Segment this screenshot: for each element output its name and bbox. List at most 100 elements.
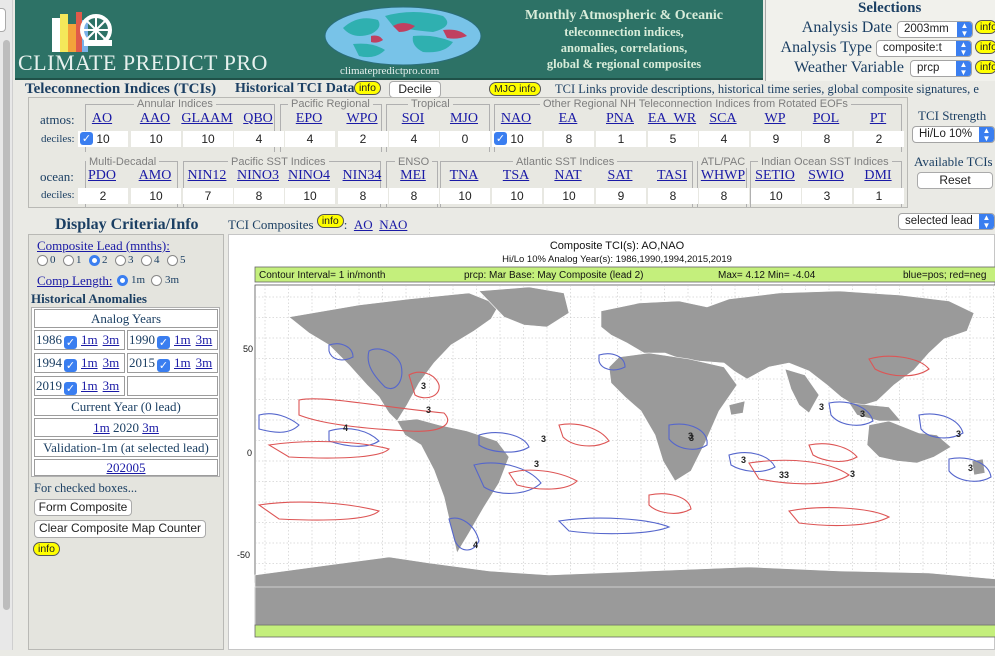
tci-decile-pol[interactable]: 8 bbox=[802, 131, 852, 147]
scrollbar-arrow[interactable] bbox=[0, 8, 6, 32]
tci-link-nino4[interactable]: NINO4 bbox=[281, 168, 337, 184]
tci-checkbox-ao[interactable]: ✓ bbox=[80, 132, 93, 145]
criteria-info-button[interactable]: info bbox=[33, 542, 60, 556]
composite-lead-link[interactable]: Composite Lead (mnths): bbox=[37, 238, 170, 254]
tci-link-swio[interactable]: SWIO bbox=[798, 168, 854, 184]
tci-strength-select[interactable]: Hi/Lo 10% ▲ ▼ bbox=[912, 126, 995, 143]
tci-decile-tasi[interactable]: 8 bbox=[648, 188, 698, 204]
tci-link-tna[interactable]: TNA bbox=[436, 168, 492, 184]
form-composite-button[interactable]: Form Composite bbox=[34, 499, 132, 516]
tci-decile-epo[interactable]: 4 bbox=[285, 131, 335, 147]
tci-decile-sca[interactable]: 4 bbox=[699, 131, 749, 147]
tci-decile-glaam[interactable]: 10 bbox=[183, 131, 233, 147]
tci-link-aao[interactable]: AAO bbox=[127, 111, 183, 127]
analysis-type-info-button[interactable]: info bbox=[975, 40, 995, 54]
analog-3m-link[interactable]: 3m bbox=[196, 332, 213, 347]
tci-link-ea[interactable]: EA bbox=[540, 111, 596, 127]
composite-link-ao[interactable]: AO bbox=[354, 217, 373, 232]
tci-link-sca[interactable]: SCA bbox=[695, 111, 751, 127]
tci-decile-wp[interactable]: 9 bbox=[751, 131, 801, 147]
analog-year-checkbox[interactable]: ✓ bbox=[64, 336, 77, 349]
lead-radio-3[interactable] bbox=[115, 255, 126, 266]
tci-link-epo[interactable]: EPO bbox=[281, 111, 337, 127]
comp-length-1m-radio[interactable] bbox=[117, 275, 128, 286]
decile-button[interactable]: Decile bbox=[389, 81, 441, 98]
tci-link-nin34[interactable]: NIN34 bbox=[334, 168, 390, 184]
tci-decile-aao[interactable]: 10 bbox=[131, 131, 181, 147]
lead-radio-2[interactable] bbox=[89, 255, 100, 266]
scrollbar-thumb[interactable] bbox=[3, 40, 10, 610]
analog-3m-link[interactable]: 3m bbox=[103, 378, 120, 393]
tci-composites-info-button[interactable]: info bbox=[316, 214, 344, 228]
lead-radio-1[interactable] bbox=[63, 255, 74, 266]
tci-link-tasi[interactable]: TASI bbox=[644, 168, 700, 184]
tci-decile-swio[interactable]: 3 bbox=[802, 188, 852, 204]
tci-link-nao[interactable]: NAO bbox=[488, 111, 544, 127]
analog-3m-link[interactable]: 3m bbox=[103, 332, 120, 347]
analog-3m-link[interactable]: 3m bbox=[196, 355, 213, 370]
analog-1m-link[interactable]: 1m bbox=[174, 332, 191, 347]
mjo-info-button[interactable]: MJO info bbox=[489, 82, 542, 96]
tci-link-nin12[interactable]: NIN12 bbox=[179, 168, 235, 184]
tci-link-nino3[interactable]: NINO3 bbox=[230, 168, 286, 184]
analysis-date-select[interactable]: 2003mm ▲ ▼ bbox=[897, 21, 973, 38]
tci-link-nat[interactable]: NAT bbox=[540, 168, 596, 184]
tci-decile-mei[interactable]: 8 bbox=[389, 188, 439, 204]
tci-decile-pna[interactable]: 1 bbox=[596, 131, 646, 147]
weather-variable-select[interactable]: prcp ▲ ▼ bbox=[910, 60, 972, 77]
tci-link-amo[interactable]: AMO bbox=[127, 168, 183, 184]
tci-decile-tsa[interactable]: 10 bbox=[492, 188, 542, 204]
comp-length-3m-radio[interactable] bbox=[151, 275, 162, 286]
tci-decile-nino4[interactable]: 10 bbox=[285, 188, 335, 204]
analysis-date-info-button[interactable]: info bbox=[975, 20, 995, 34]
tci-decile-nat[interactable]: 10 bbox=[544, 188, 594, 204]
tci-link-mei[interactable]: MEI bbox=[385, 168, 441, 184]
tci-decile-qbo[interactable]: 4 bbox=[234, 131, 284, 147]
analysis-type-select[interactable]: composite:t ▲ ▼ bbox=[876, 40, 972, 57]
tci-link-wpo[interactable]: WPO bbox=[334, 111, 390, 127]
analog-3m-link[interactable]: 3m bbox=[103, 355, 120, 370]
lead-radio-0[interactable] bbox=[37, 255, 48, 266]
tci-decile-wpo[interactable]: 2 bbox=[338, 131, 388, 147]
tci-link-dmi[interactable]: DMI bbox=[850, 168, 906, 184]
current-year-1m-link[interactable]: 1m bbox=[93, 420, 110, 435]
tci-link-soi[interactable]: SOI bbox=[385, 111, 441, 127]
tci-decile-amo[interactable]: 10 bbox=[131, 188, 181, 204]
tci-decile-pdo[interactable]: 2 bbox=[78, 188, 128, 204]
tci-link-tsa[interactable]: TSA bbox=[488, 168, 544, 184]
weather-variable-info-button[interactable]: info bbox=[975, 60, 995, 74]
analog-year-checkbox[interactable]: ✓ bbox=[157, 359, 170, 372]
clear-composite-counter-button[interactable]: Clear Composite Map Counter bbox=[34, 520, 206, 538]
tci-link-whwp[interactable]: WHWP bbox=[695, 168, 751, 184]
tci-link-sat[interactable]: SAT bbox=[592, 168, 648, 184]
analog-year-checkbox[interactable]: ✓ bbox=[64, 382, 77, 395]
tci-decile-ea[interactable]: 8 bbox=[544, 131, 594, 147]
current-year-3m-link[interactable]: 3m bbox=[142, 420, 159, 435]
lead-radio-4[interactable] bbox=[141, 255, 152, 266]
analog-1m-link[interactable]: 1m bbox=[81, 378, 98, 393]
analog-1m-link[interactable]: 1m bbox=[81, 355, 98, 370]
tci-decile-whwp[interactable]: 8 bbox=[699, 188, 749, 204]
tci-decile-ea-wr[interactable]: 5 bbox=[648, 131, 698, 147]
analog-1m-link[interactable]: 1m bbox=[81, 332, 98, 347]
tci-link-pt[interactable]: PT bbox=[850, 111, 906, 127]
tci-decile-nino3[interactable]: 8 bbox=[234, 188, 284, 204]
tci-link-pdo[interactable]: PDO bbox=[74, 168, 130, 184]
reset-button[interactable]: Reset bbox=[917, 172, 993, 189]
selected-lead-select[interactable]: selected lead ▲ ▼ bbox=[898, 213, 995, 230]
tci-decile-pt[interactable]: 2 bbox=[854, 131, 904, 147]
tci-link-wp[interactable]: WP bbox=[747, 111, 803, 127]
tci-link-ea-wr[interactable]: EA_WR bbox=[644, 111, 700, 127]
tci-decile-nin34[interactable]: 8 bbox=[338, 188, 388, 204]
analog-year-checkbox[interactable]: ✓ bbox=[64, 359, 77, 372]
validation-link[interactable]: 202005 bbox=[107, 460, 146, 475]
tci-decile-soi[interactable]: 4 bbox=[389, 131, 439, 147]
tci-checkbox-nao[interactable]: ✓ bbox=[494, 132, 507, 145]
lead-radio-5[interactable] bbox=[167, 255, 178, 266]
historical-tci-info-button[interactable]: info bbox=[354, 81, 381, 95]
tci-decile-nin12[interactable]: 7 bbox=[183, 188, 233, 204]
comp-length-link[interactable]: Comp Length: bbox=[37, 273, 112, 289]
analog-1m-link[interactable]: 1m bbox=[174, 355, 191, 370]
tci-link-glaam[interactable]: GLAAM bbox=[179, 111, 235, 127]
tci-link-ao[interactable]: AO bbox=[74, 111, 130, 127]
